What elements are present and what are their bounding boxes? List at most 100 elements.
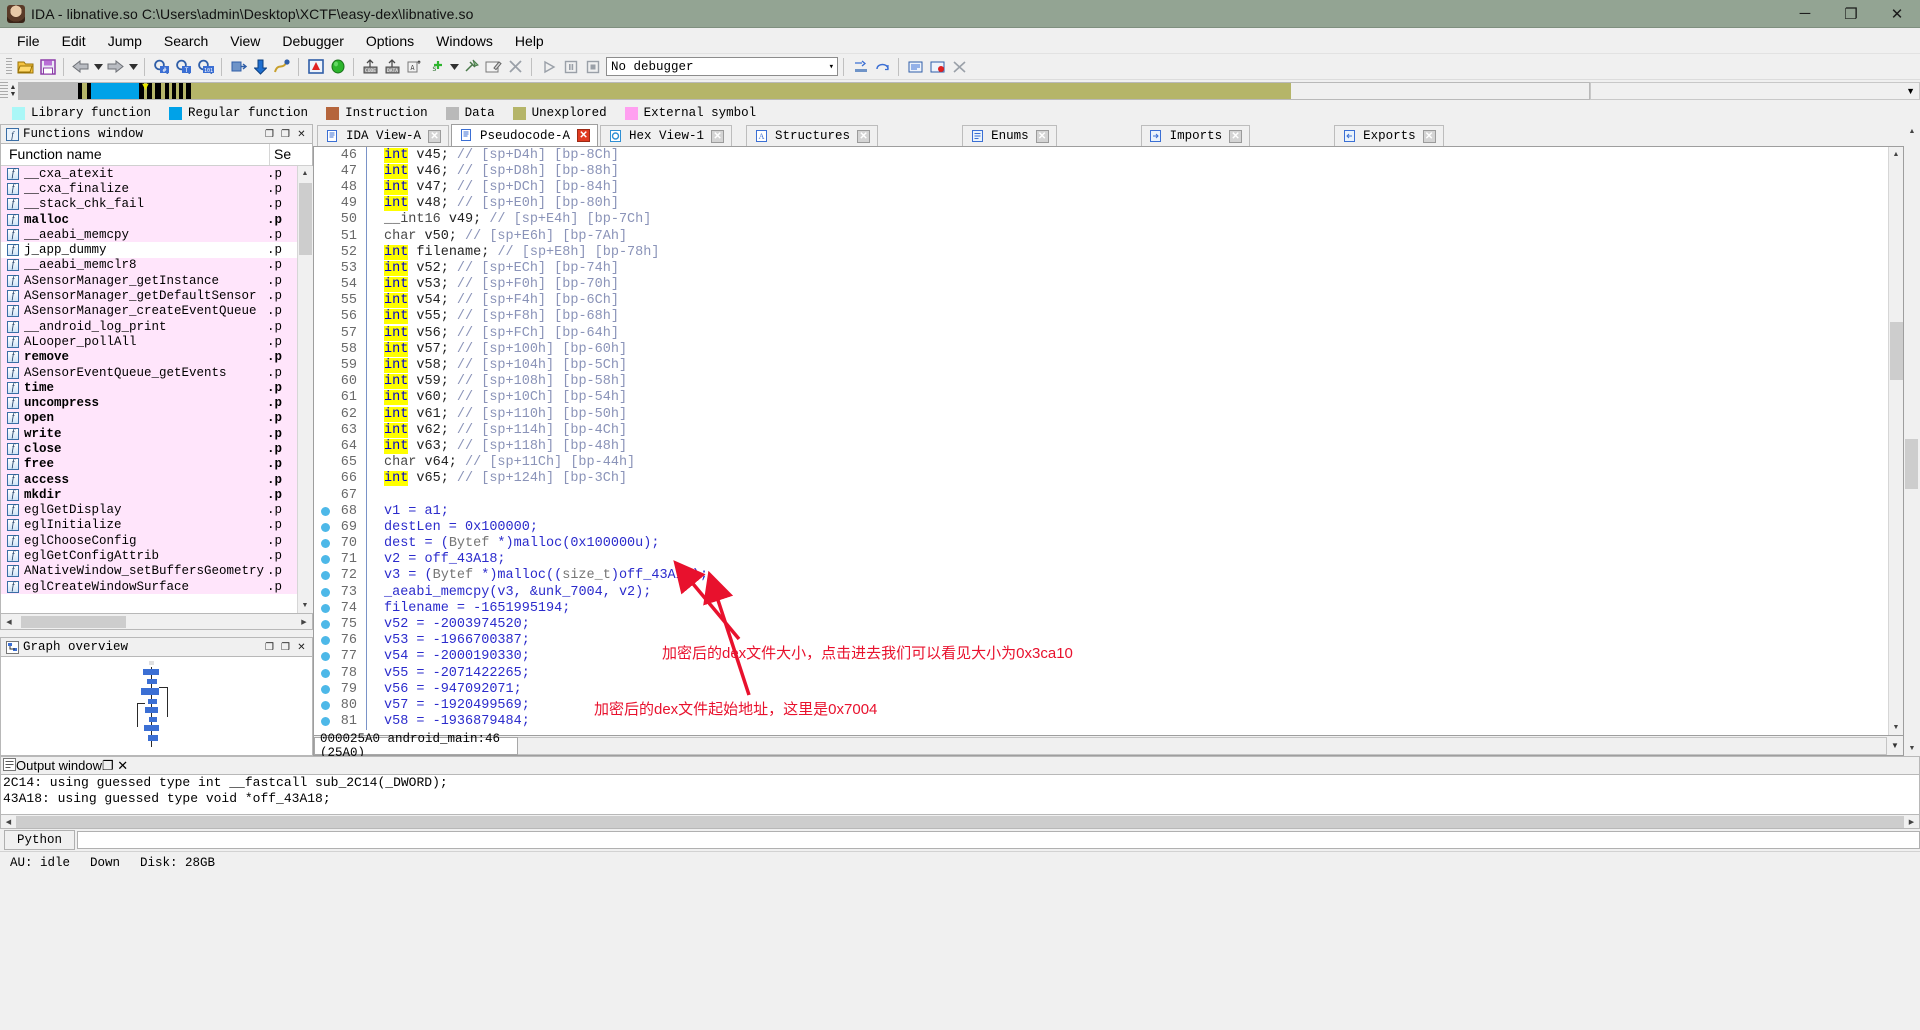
breakpoint-icon[interactable] xyxy=(320,506,330,516)
code-line[interactable]: 60 int v59; // [sp+108h] [bp-58h] xyxy=(314,373,1888,390)
debugger-select[interactable]: No debugger ▾ xyxy=(606,57,838,76)
breakpoint-icon[interactable] xyxy=(320,620,330,630)
code-line[interactable]: 71 v2 = off_43A18; xyxy=(314,551,1888,568)
debugger-stop-icon[interactable] xyxy=(582,56,603,77)
breakpoint-gutter[interactable] xyxy=(314,636,336,646)
breakpoint-icon[interactable] xyxy=(320,539,330,549)
breakpoint-gutter[interactable] xyxy=(314,717,336,727)
table-row[interactable]: f __stack_chk_fail .p xyxy=(1,196,297,212)
navigate-back-icon[interactable] xyxy=(70,56,91,77)
menu-item-edit[interactable]: Edit xyxy=(51,30,97,52)
table-row[interactable]: f access .p xyxy=(1,471,297,488)
breakpoint-gutter[interactable] xyxy=(314,700,336,710)
close-button[interactable]: ✕ xyxy=(1874,0,1920,27)
close-icon[interactable]: ✕ xyxy=(1035,129,1049,143)
run-to-icon[interactable] xyxy=(327,56,348,77)
warnings-icon[interactable] xyxy=(305,56,326,77)
functions-float-button[interactable]: ❐ xyxy=(280,129,291,140)
tab-imports[interactable]: Imports ✕ xyxy=(1140,125,1251,146)
table-row[interactable]: f malloc .p xyxy=(1,211,297,228)
code-line[interactable]: 46 int v45; // [sp+D4h] [bp-8Ch] xyxy=(314,147,1888,164)
table-row[interactable]: f free .p xyxy=(1,456,297,472)
pseudocode-lines[interactable]: 46 int v45; // [sp+D4h] [bp-8Ch] 47 int v46… xyxy=(314,147,1888,735)
code-line[interactable]: 61 int v60; // [sp+10Ch] [bp-54h] xyxy=(314,389,1888,406)
close-icon[interactable]: ✕ xyxy=(1229,129,1243,143)
step-into-icon[interactable] xyxy=(850,56,871,77)
code-line[interactable]: 56 int v55; // [sp+F8h] [bp-68h] xyxy=(314,308,1888,326)
breakpoint-gutter[interactable] xyxy=(314,603,336,613)
table-row[interactable]: f ASensorEventQueue_getEvents .p xyxy=(1,364,297,381)
navigation-strip[interactable]: ▼ xyxy=(18,82,1590,100)
code-line[interactable]: 54 int v53; // [sp+F0h] [bp-70h] xyxy=(314,276,1888,293)
menu-item-debugger[interactable]: Debugger xyxy=(271,30,355,52)
code-line[interactable]: 50 __int16 v49; // [sp+E4h] [bp-7Ch] xyxy=(314,211,1888,228)
scroll-right-icon[interactable]: ▶ xyxy=(296,615,312,629)
menu-item-file[interactable]: File xyxy=(6,30,51,52)
breakpoint-gutter[interactable] xyxy=(314,652,336,662)
code-line[interactable]: 47 int v46; // [sp+D8h] [bp-88h] xyxy=(314,163,1888,180)
code-line[interactable]: 49 int v48; // [sp+E0h] [bp-80h] xyxy=(314,195,1888,212)
jump-to-icon[interactable] xyxy=(228,56,249,77)
code-line[interactable]: 67 xyxy=(314,486,1888,504)
menu-item-view[interactable]: View xyxy=(219,30,271,52)
functions-horizontal-scrollbar[interactable]: ◀ ▶ xyxy=(0,614,313,630)
pseudocode-scroll-track[interactable] xyxy=(1889,162,1904,720)
table-row[interactable]: f ALooper_pollAll .p xyxy=(1,334,297,350)
close-icon[interactable]: ✕ xyxy=(1422,129,1436,143)
table-row[interactable]: f __aeabi_memclr8 .p xyxy=(1,257,297,274)
code-line[interactable]: 59 int v58; // [sp+104h] [bp-5Ch] xyxy=(314,357,1888,374)
maximize-button[interactable]: ❐ xyxy=(1828,0,1874,27)
breakpoint-icon[interactable] xyxy=(320,717,330,727)
breakpoint-gutter[interactable] xyxy=(314,620,336,630)
code-line[interactable]: 48 int v47; // [sp+DCh] [bp-84h] xyxy=(314,179,1888,196)
tab-pseudocode-a[interactable]: Pseudocode-A ✕ xyxy=(451,124,599,146)
table-row[interactable]: f close .p xyxy=(1,441,297,457)
breakpoint-gutter[interactable] xyxy=(314,668,336,678)
table-row[interactable]: f __aeabi_memcpy .p xyxy=(1,227,297,243)
pseudocode-scroll-thumb[interactable] xyxy=(1889,322,1903,380)
breakpoint-icon[interactable] xyxy=(320,555,330,565)
code-line[interactable]: 76 v53 = -1966700387; xyxy=(314,632,1888,649)
scroll-up-icon[interactable]: ▲ xyxy=(1904,124,1920,139)
table-row[interactable]: f ASensorManager_getInstance .p xyxy=(1,273,297,289)
breakpoint-list-icon[interactable] xyxy=(905,56,926,77)
python-input[interactable] xyxy=(77,831,1920,849)
toolbar-grip[interactable] xyxy=(6,57,12,76)
breakpoint-gutter[interactable] xyxy=(314,684,336,694)
functions-scroll-thumb[interactable] xyxy=(298,183,312,255)
step-over-icon[interactable] xyxy=(872,56,893,77)
table-row[interactable]: f uncompress .p xyxy=(1,395,297,411)
breakpoint-gutter[interactable] xyxy=(314,539,336,549)
navband-down-arrow[interactable]: ▼ xyxy=(8,91,18,98)
scroll-down-icon[interactable]: ▼ xyxy=(297,598,313,613)
code-line[interactable]: 72 v3 = (Bytef *)malloc((size_t)off_43A18… xyxy=(314,567,1888,585)
output-log[interactable]: 2C14: using guessed type int __fastcall … xyxy=(0,775,1920,815)
breakpoint-icon[interactable] xyxy=(320,652,330,662)
table-row[interactable]: f mkdir .p xyxy=(1,487,297,503)
table-row[interactable]: f ASensorManager_getDefaultSensor .p xyxy=(1,288,297,304)
code-line[interactable]: 80 v57 = -1920499569; xyxy=(314,697,1888,714)
menu-item-windows[interactable]: Windows xyxy=(425,30,504,52)
table-row[interactable]: f eglChooseConfig .p xyxy=(1,533,297,549)
graph-restore-button[interactable]: ❐ xyxy=(264,642,275,653)
table-row[interactable]: f time .p xyxy=(1,380,297,396)
functions-hscroll-track[interactable] xyxy=(17,615,296,629)
code-line[interactable]: 70 dest = (Bytef *)malloc(0x100000u); xyxy=(314,535,1888,552)
functions-list[interactable]: f __cxa_atexit .p f __cxa_finalize .p f __stack… xyxy=(1,166,297,613)
debugger-run-icon[interactable] xyxy=(538,56,559,77)
make-struct-dropdown-icon[interactable] xyxy=(448,56,460,77)
tab-exports[interactable]: Exports ✕ xyxy=(1334,125,1444,146)
table-row[interactable]: f ASensorManager_createEventQueue .p xyxy=(1,303,297,319)
code-line[interactable]: 69 destLen = 0x100000; xyxy=(314,519,1888,536)
pseudocode-vertical-scrollbar[interactable]: ▲ ▼ xyxy=(1888,147,1903,735)
open-file-icon[interactable] xyxy=(15,56,36,77)
breakpoint-icon[interactable] xyxy=(320,668,330,678)
close-icon[interactable]: ✕ xyxy=(857,129,871,143)
code-line[interactable]: 64 int v63; // [sp+118h] [bp-48h] xyxy=(314,438,1888,455)
table-row[interactable]: f __cxa_atexit .p xyxy=(1,166,297,182)
edit-function-icon[interactable] xyxy=(483,56,504,77)
column-header-segment[interactable]: Se xyxy=(269,144,297,165)
scroll-up-icon[interactable]: ▲ xyxy=(297,166,313,181)
output-horizontal-scrollbar[interactable]: ◀ ▶ xyxy=(0,815,1920,829)
functions-restore-button[interactable]: ❐ xyxy=(264,129,275,140)
